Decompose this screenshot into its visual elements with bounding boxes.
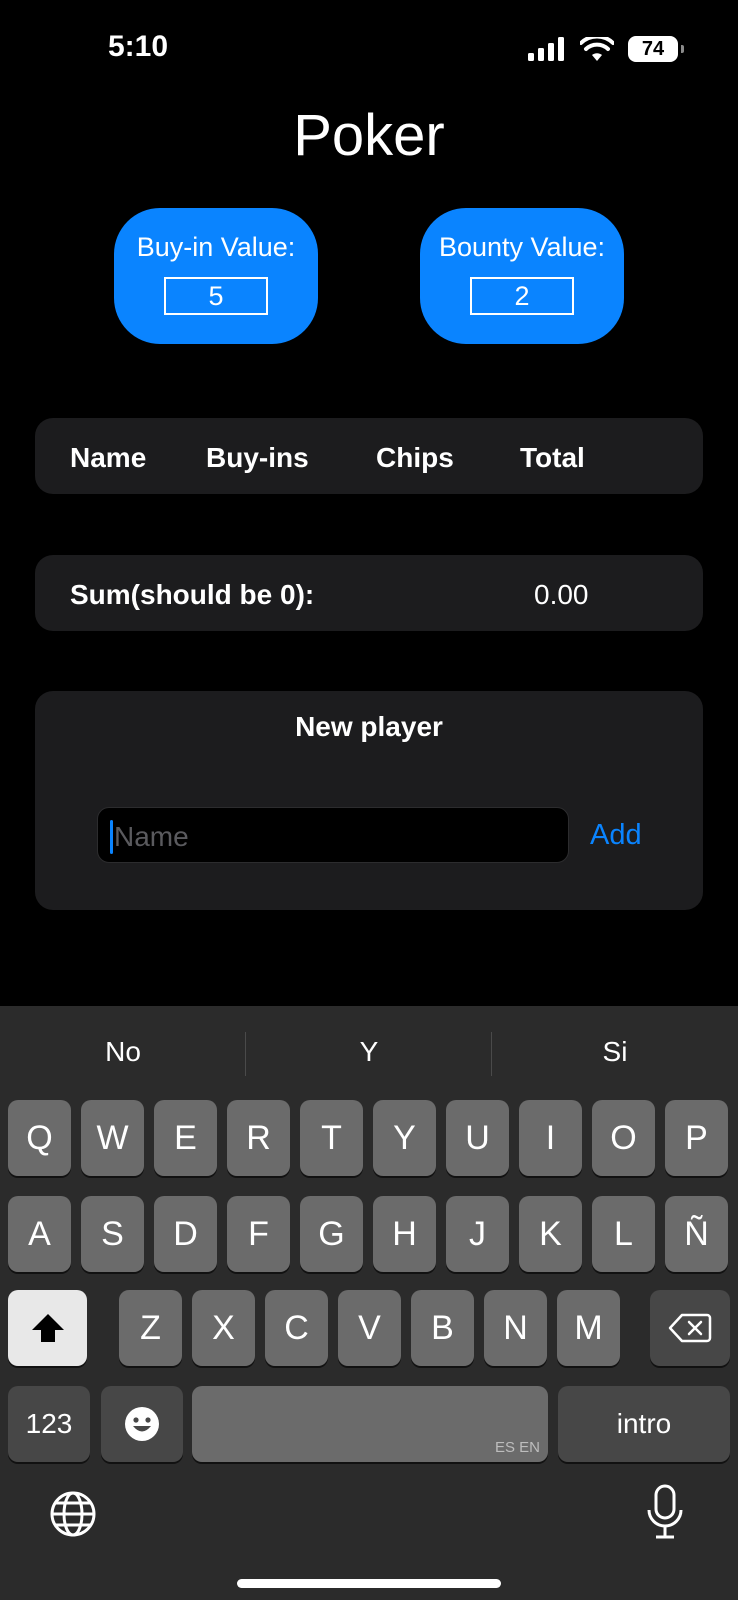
space-key[interactable]: ES EN (192, 1386, 548, 1462)
key-m[interactable]: M (557, 1290, 620, 1366)
column-total: Total (520, 442, 585, 473)
status-icons: 74 (528, 36, 684, 62)
new-player-panel: New player Name Add (35, 691, 703, 910)
emoji-icon (125, 1407, 159, 1441)
shift-key[interactable] (8, 1290, 87, 1366)
name-input[interactable]: Name (97, 807, 569, 863)
buyin-value-field[interactable]: 5 (164, 277, 268, 315)
column-chips: Chips (376, 442, 454, 473)
space-language-hint: ES EN (494, 1439, 540, 1456)
column-buyins: Buy-ins (206, 442, 309, 473)
key-b[interactable]: B (411, 1290, 474, 1366)
key-j[interactable]: J (446, 1196, 509, 1272)
key-ñ[interactable]: Ñ (665, 1196, 728, 1272)
key-s[interactable]: S (81, 1196, 144, 1272)
bounty-card: Bounty Value: 2 (420, 208, 624, 344)
suggestion-1[interactable]: No (0, 1036, 246, 1068)
key-e[interactable]: E (154, 1100, 217, 1176)
bounty-label: Bounty Value: (438, 232, 606, 262)
globe-icon[interactable] (49, 1490, 97, 1538)
numbers-key[interactable]: 123 (8, 1386, 90, 1462)
key-v[interactable]: V (338, 1290, 401, 1366)
key-g[interactable]: G (300, 1196, 363, 1272)
key-t[interactable]: T (300, 1100, 363, 1176)
key-k[interactable]: K (519, 1196, 582, 1272)
status-time: 5:10 (108, 30, 169, 63)
page-title: Poker (293, 103, 445, 168)
backspace-icon (668, 1313, 712, 1343)
wifi-icon (580, 37, 614, 61)
column-name: Name (70, 442, 147, 473)
battery-indicator: 74 (628, 36, 684, 62)
backspace-key[interactable] (650, 1290, 730, 1366)
key-w[interactable]: W (81, 1100, 144, 1176)
key-h[interactable]: H (373, 1196, 436, 1272)
suggestion-2[interactable]: Y (246, 1036, 492, 1068)
key-c[interactable]: C (265, 1290, 328, 1366)
key-l[interactable]: L (592, 1196, 655, 1272)
key-d[interactable]: D (154, 1196, 217, 1272)
suggestion-3[interactable]: Si (492, 1036, 738, 1068)
key-f[interactable]: F (227, 1196, 290, 1272)
key-o[interactable]: O (592, 1100, 655, 1176)
key-n[interactable]: N (484, 1290, 547, 1366)
key-u[interactable]: U (446, 1100, 509, 1176)
key-x[interactable]: X (192, 1290, 255, 1366)
text-caret (110, 820, 113, 854)
signal-icon (528, 37, 564, 61)
key-i[interactable]: I (519, 1100, 582, 1176)
keyboard: No Y Si QWERTYUIOP ASDFGHJKLÑ ZXCVBNM 12… (0, 1006, 738, 1600)
return-key[interactable]: intro (558, 1386, 730, 1462)
add-button[interactable]: Add (590, 819, 642, 852)
buyin-label: Buy-in Value: (136, 232, 296, 262)
key-y[interactable]: Y (373, 1100, 436, 1176)
key-q[interactable]: Q (8, 1100, 71, 1176)
sum-label: Sum(should be 0): (70, 579, 315, 610)
sum-row: Sum(should be 0): 0.00 (35, 555, 703, 631)
bounty-value-field[interactable]: 2 (470, 277, 574, 315)
emoji-key[interactable] (101, 1386, 183, 1462)
new-player-title: New player (295, 711, 443, 742)
shift-arrow-icon (31, 1314, 64, 1342)
key-r[interactable]: R (227, 1100, 290, 1176)
name-placeholder: Name (114, 821, 189, 852)
buyin-card: Buy-in Value: 5 (114, 208, 318, 344)
sum-value: 0.00 (534, 579, 589, 610)
table-header: Name Buy-ins Chips Total (35, 418, 703, 494)
key-a[interactable]: A (8, 1196, 71, 1272)
key-p[interactable]: P (665, 1100, 728, 1176)
key-z[interactable]: Z (119, 1290, 182, 1366)
microphone-icon[interactable] (646, 1484, 684, 1540)
home-indicator (237, 1579, 501, 1588)
